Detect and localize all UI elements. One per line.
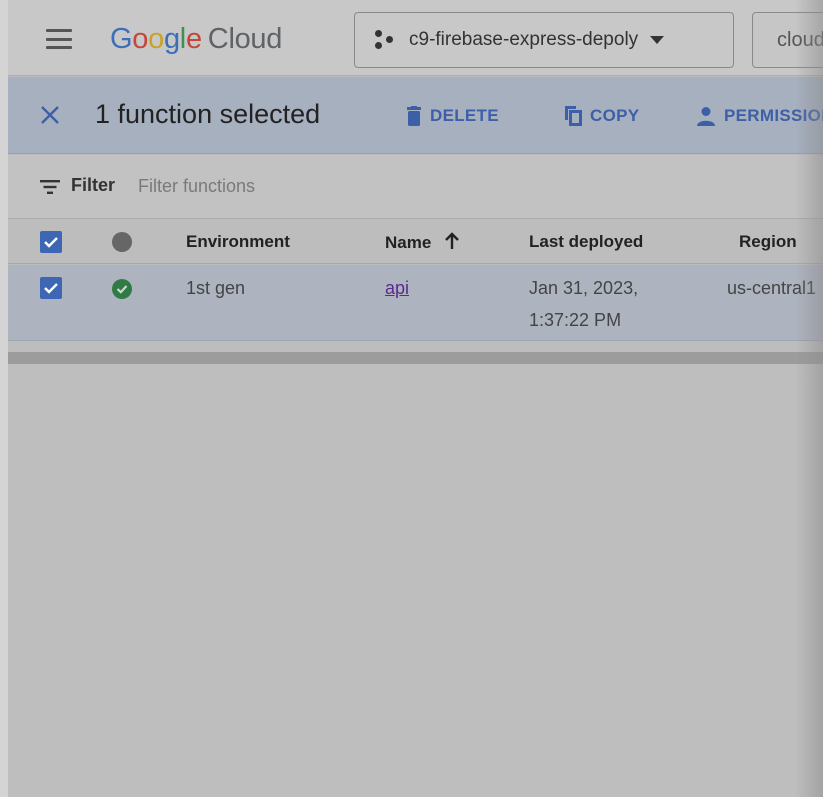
table-header-row: Environment Name Last deployed Region — [8, 220, 823, 264]
column-header-environment[interactable]: Environment — [186, 232, 290, 252]
filter-label: Filter — [71, 175, 116, 195]
copy-button[interactable]: COPY — [564, 103, 639, 129]
person-icon — [697, 107, 715, 126]
permissions-button[interactable]: PERMISSIONS — [696, 103, 823, 129]
filter-input[interactable] — [138, 173, 438, 199]
top-app-bar: Google Cloud c9-firebase-express-depoly c… — [8, 0, 823, 76]
status-column-icon — [112, 232, 132, 252]
delete-button[interactable]: DELETE — [406, 103, 499, 129]
cell-last-deployed-time: 1:37:22 PM — [529, 310, 622, 330]
row-checkbox[interactable] — [40, 277, 62, 299]
function-name-link[interactable]: api — [385, 273, 409, 303]
filter-bar: Filter — [8, 155, 823, 219]
search-box[interactable]: cloud — [752, 12, 823, 68]
filter-icon[interactable] — [40, 180, 60, 194]
screen: Google Cloud c9-firebase-express-depoly c… — [0, 0, 823, 797]
column-header-region[interactable]: Region — [739, 232, 797, 252]
cell-last-deployed-date: Jan 31, 2023, — [529, 278, 639, 298]
arrow-up-icon — [445, 232, 459, 249]
selection-count-title: 1 function selected — [95, 99, 321, 129]
checkmark-icon — [44, 283, 58, 294]
cell-region: us-central1 — [727, 278, 817, 298]
horizontal-scrollbar[interactable] — [8, 352, 823, 364]
trash-icon — [407, 106, 421, 126]
copy-icon — [565, 106, 582, 126]
google-cloud-logo[interactable]: Google Cloud — [110, 22, 282, 56]
status-ok-icon — [112, 279, 132, 299]
project-icon — [375, 30, 395, 50]
select-all-checkbox[interactable] — [40, 231, 62, 253]
column-header-name[interactable]: Name — [385, 232, 460, 253]
cell-environment: 1st gen — [186, 278, 246, 298]
close-icon[interactable] — [38, 103, 62, 127]
column-header-last-deployed[interactable]: Last deployed — [529, 232, 643, 252]
empty-content-area — [8, 364, 823, 797]
project-name: c9-firebase-express-depoly — [409, 29, 639, 50]
project-picker[interactable]: c9-firebase-express-depoly — [354, 12, 734, 68]
search-text: cloud — [777, 28, 823, 51]
checkmark-icon — [116, 285, 128, 294]
chevron-down-icon — [650, 36, 665, 44]
left-edge — [0, 0, 8, 797]
selection-toolbar: 1 function selected DELETE COPY PERMISSI — [8, 77, 823, 154]
main-menu-icon[interactable] — [46, 29, 72, 49]
checkmark-icon — [44, 237, 58, 248]
table-row[interactable]: 1st gen api Jan 31, 2023, 1:37:22 PM us-… — [8, 265, 823, 341]
